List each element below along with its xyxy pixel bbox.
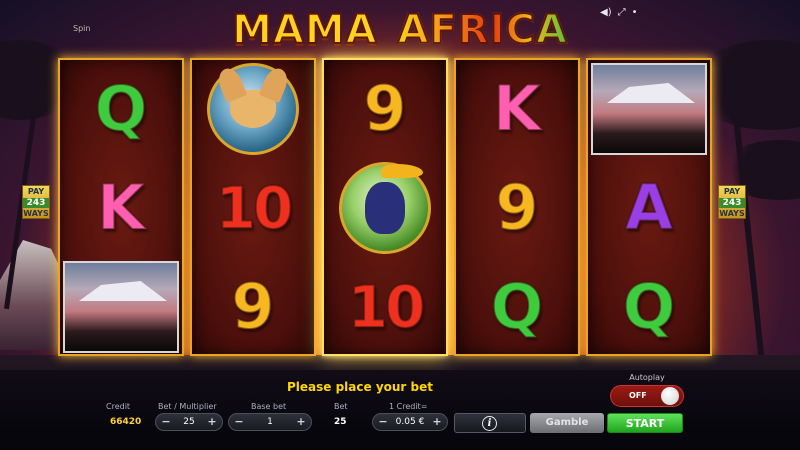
symbol-hornbill <box>324 159 446 257</box>
symbol-text: Q <box>622 270 677 343</box>
credit-rate-label: 1 Credit= <box>389 402 428 411</box>
autoplay-label: Autoplay <box>629 373 665 382</box>
bet-multiplier-increase-button[interactable]: + <box>205 415 219 429</box>
symbol-text: 9 <box>362 72 407 145</box>
speaker-icon[interactable]: ◀) <box>600 6 612 20</box>
reel-5: A Q <box>586 58 712 356</box>
symbol-text: 9 <box>494 171 539 244</box>
symbol-text: Q <box>490 270 545 343</box>
pay-ways-bottom: WAYS <box>23 209 49 218</box>
base-bet-value: 1 <box>267 417 273 427</box>
symbol-text: K <box>492 72 542 145</box>
symbol-k: K <box>60 159 182 257</box>
credit-rate-value: 0.05 € <box>395 417 425 427</box>
reel-2: 10 9 <box>190 58 316 356</box>
gamble-button[interactable]: Gamble <box>530 413 604 433</box>
symbol-9: 9 <box>192 258 314 356</box>
sound-controls: ◀) ⤢ • <box>600 6 646 20</box>
title-word-africa: AFRICA <box>397 6 568 54</box>
symbol-a: A <box>588 159 710 257</box>
symbol-q: Q <box>60 60 182 158</box>
symbol-text: Q <box>94 72 149 145</box>
bet-label: Bet <box>334 402 348 411</box>
toggle-knob <box>661 387 679 405</box>
pay-ways-top: PAY <box>27 187 45 196</box>
symbol-10: 10 <box>324 258 446 356</box>
pay-ways-top: PAY <box>723 187 741 196</box>
base-bet-increase-button[interactable]: + <box>294 415 308 429</box>
credit-rate-stepper: − 0.05 € + <box>372 413 448 431</box>
bet-multiplier-stepper: − 25 + <box>155 413 223 431</box>
pay-ways-bottom: WAYS <box>719 209 745 218</box>
symbol-text: 10 <box>215 174 295 242</box>
hornbill-icon <box>339 162 431 254</box>
info-button[interactable]: i <box>454 413 526 433</box>
symbol-9: 9 <box>456 159 578 257</box>
fullscreen-icon[interactable]: ⤢ <box>618 6 626 20</box>
symbol-text: A <box>624 171 674 244</box>
reel-4: K 9 Q <box>454 58 580 356</box>
symbol-kilimanjaro <box>60 258 182 356</box>
game-title: MAMA AFRICA <box>150 6 650 54</box>
pay-ways-marker-right: PAY 243 WAYS <box>718 185 746 219</box>
start-button[interactable]: START <box>607 413 683 433</box>
credit-label: Credit <box>106 402 131 411</box>
tree-trunk <box>730 90 766 370</box>
autoplay-toggle[interactable]: OFF <box>610 385 684 407</box>
mountain-picture-icon <box>591 63 707 155</box>
symbol-k: K <box>456 60 578 158</box>
symbol-q: Q <box>456 258 578 356</box>
corner-tag: Spin <box>73 24 91 33</box>
settings-icon[interactable]: • <box>632 6 638 20</box>
mountain-picture-icon <box>63 261 179 353</box>
title-word-mama: MAMA <box>231 6 378 54</box>
pay-ways-marker-left: PAY 243 WAYS <box>22 185 50 219</box>
pay-ways-number: 243 <box>719 198 745 208</box>
symbol-10: 10 <box>192 159 314 257</box>
fox-icon <box>207 63 299 155</box>
base-bet-stepper: − 1 + <box>228 413 312 431</box>
info-icon: i <box>482 416 497 431</box>
symbol-fennec-fox <box>192 60 314 158</box>
bet-multiplier-label: Bet / Multiplier <box>158 402 217 411</box>
pay-ways-number: 243 <box>23 198 49 208</box>
symbol-kilimanjaro <box>588 60 710 158</box>
base-bet-label: Base bet <box>251 402 287 411</box>
credit-value: 66420 <box>110 417 142 427</box>
credit-rate-decrease-button[interactable]: − <box>376 415 390 429</box>
reel-area: Q K 10 9 9 10 K 9 Q A Q <box>58 58 712 358</box>
reel-1: Q K <box>58 58 184 356</box>
bet-value: 25 <box>334 417 347 427</box>
credit-rate-increase-button[interactable]: + <box>430 415 444 429</box>
symbol-text: 10 <box>347 273 427 341</box>
symbol-9: 9 <box>324 60 446 158</box>
autoplay-state: OFF <box>629 391 647 400</box>
symbol-text: K <box>96 171 146 244</box>
symbol-q: Q <box>588 258 710 356</box>
reel-3: 9 10 <box>322 58 448 356</box>
symbol-text: 9 <box>230 270 275 343</box>
status-message: Please place your bet <box>286 380 433 394</box>
bet-multiplier-decrease-button[interactable]: − <box>159 415 173 429</box>
bet-multiplier-value: 25 <box>183 417 195 427</box>
base-bet-decrease-button[interactable]: − <box>232 415 246 429</box>
